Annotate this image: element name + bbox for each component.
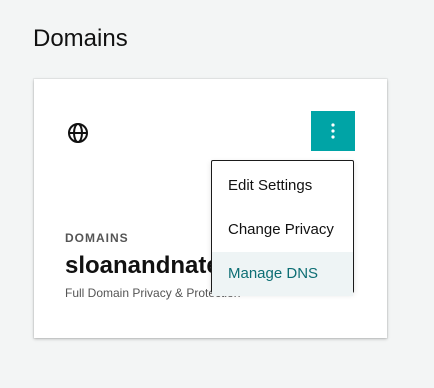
domain-name[interactable]: sloanandnate (65, 250, 220, 282)
more-options-button[interactable] (311, 111, 355, 151)
menu-item-edit-settings[interactable]: Edit Settings (212, 164, 353, 208)
page-title: Domains (33, 25, 128, 52)
options-menu: Edit Settings Change Privacy Manage DNS (211, 160, 354, 296)
domains-label: DOMAINS (65, 231, 129, 245)
globe-icon (67, 122, 89, 144)
menu-item-change-privacy[interactable]: Change Privacy (212, 208, 353, 252)
kebab-vertical-icon (331, 123, 335, 139)
menu-item-manage-dns[interactable]: Manage DNS (212, 252, 353, 296)
